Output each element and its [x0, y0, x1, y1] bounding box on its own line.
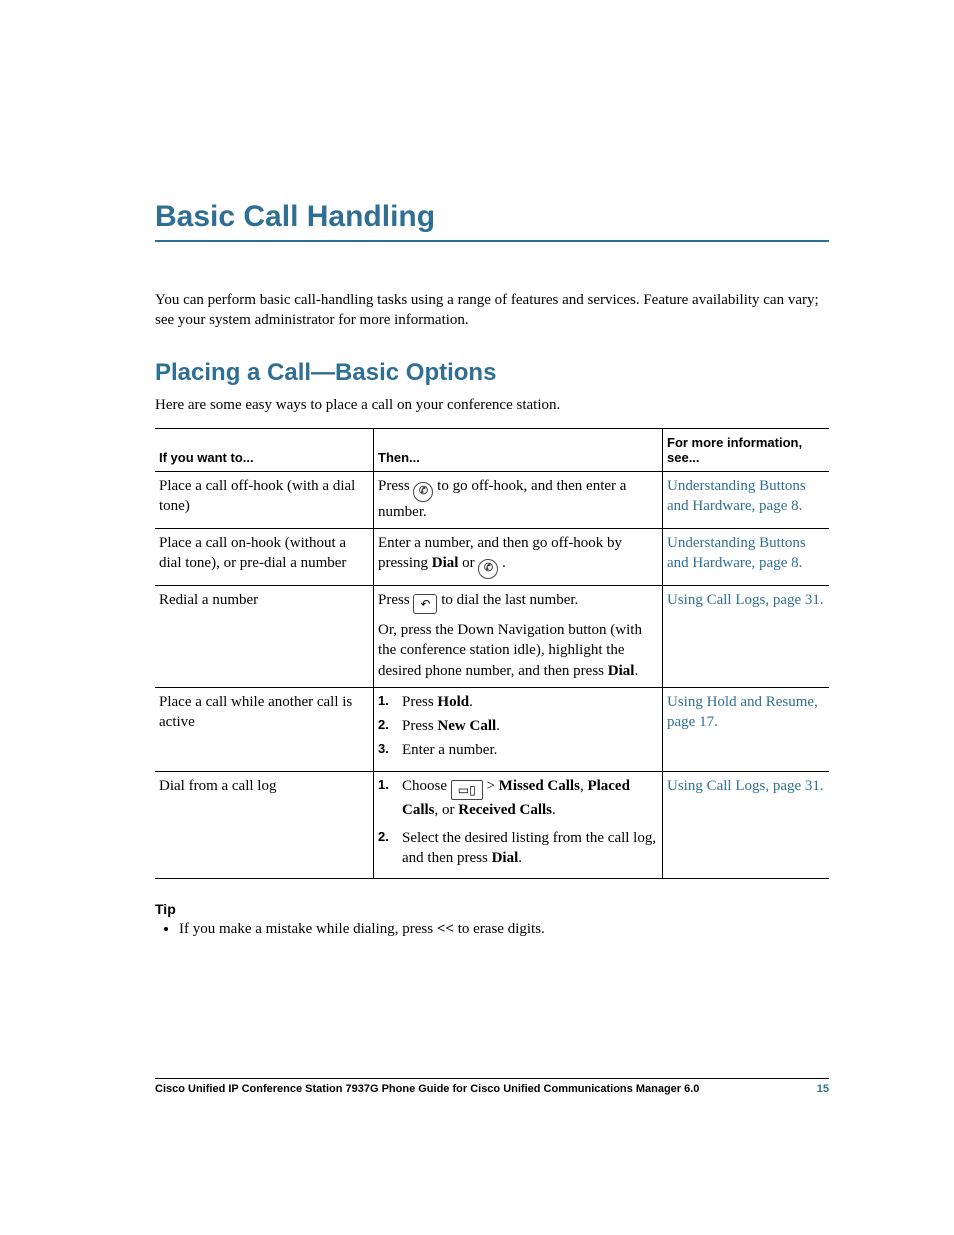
cell-see: Understanding Buttons and Hardware, page… [663, 528, 830, 585]
table-row: Place a call off-hook (with a dial tone)… [155, 471, 829, 528]
redial-icon: ↶ [413, 594, 437, 614]
table-row: Dial from a call log 1.Choose ▭▯ > Misse… [155, 771, 829, 879]
section-title: Placing a Call—Basic Options [155, 359, 829, 387]
options-table: If you want to... Then... For more infor… [155, 428, 829, 880]
cell-want: Place a call off-hook (with a dial tone) [155, 471, 374, 528]
section-lead: Here are some easy ways to place a call … [155, 397, 829, 414]
cell-then: Press ✆ to go off-hook, and then enter a… [374, 471, 663, 528]
cell-want: Place a call while another call is activ… [155, 687, 374, 771]
link-understanding-buttons[interactable]: Understanding Buttons and Hardware, page… [667, 478, 806, 514]
page-footer: Cisco Unified IP Conference Station 7937… [155, 1078, 829, 1095]
page: Basic Call Handling You can perform basi… [0, 0, 954, 1235]
cell-want: Place a call on-hook (without a dial ton… [155, 528, 374, 585]
table-row: Redial a number Press ↶ to dial the last… [155, 586, 829, 688]
cell-then: Press ↶ to dial the last number. Or, pre… [374, 586, 663, 688]
chapter-title: Basic Call Handling [155, 200, 829, 234]
intro-paragraph: You can perform basic call-handling task… [155, 290, 829, 331]
cell-then: 1.Choose ▭▯ > Missed Calls, Placed Calls… [374, 771, 663, 879]
offhook-icon: ✆ [413, 482, 433, 502]
tip-list: If you make a mistake while dialing, pre… [179, 921, 829, 938]
link-hold-resume[interactable]: Using Hold and Resume, page 17. [667, 694, 818, 730]
cell-see: Using Call Logs, page 31. [663, 586, 830, 688]
offhook-icon: ✆ [478, 559, 498, 579]
cell-then: 1.Press Hold. 2.Press New Call. 3.Enter … [374, 687, 663, 771]
th-then: Then... [374, 428, 663, 471]
th-want: If you want to... [155, 428, 374, 471]
directories-icon: ▭▯ [451, 780, 483, 800]
footer-title: Cisco Unified IP Conference Station 7937… [155, 1083, 699, 1095]
link-understanding-buttons[interactable]: Understanding Buttons and Hardware, page… [667, 535, 806, 571]
tip-item: If you make a mistake while dialing, pre… [179, 921, 829, 938]
page-number: 15 [817, 1083, 829, 1095]
cell-see: Using Hold and Resume, page 17. [663, 687, 830, 771]
cell-want: Redial a number [155, 586, 374, 688]
table-row: Place a call on-hook (without a dial ton… [155, 528, 829, 585]
cell-see: Using Call Logs, page 31. [663, 771, 830, 879]
cell-see: Understanding Buttons and Hardware, page… [663, 471, 830, 528]
table-row: Place a call while another call is activ… [155, 687, 829, 771]
th-see: For more information, see... [663, 428, 830, 471]
link-call-logs[interactable]: Using Call Logs, page 31. [667, 592, 824, 608]
link-call-logs[interactable]: Using Call Logs, page 31. [667, 778, 824, 794]
cell-want: Dial from a call log [155, 771, 374, 879]
cell-then: Enter a number, and then go off-hook by … [374, 528, 663, 585]
tip-label: Tip [155, 901, 829, 917]
chapter-rule [155, 240, 829, 242]
